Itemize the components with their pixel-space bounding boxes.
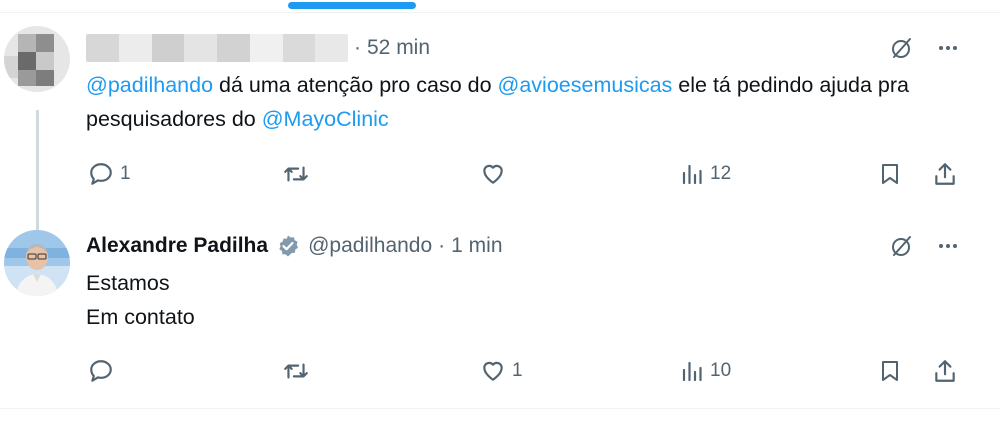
mention-link[interactable]: @padilhando xyxy=(86,73,213,97)
more-icon[interactable] xyxy=(936,234,960,263)
divider xyxy=(0,12,1000,13)
tweet-time[interactable]: 1 min xyxy=(451,234,502,258)
tweet-top-actions xyxy=(890,36,960,65)
tweet[interactable]: · 52 min @padilhando dá uma atenção pro … xyxy=(0,14,1000,235)
bookmark-icon xyxy=(882,361,898,381)
reply-count: 1 xyxy=(120,163,131,184)
views-count: 10 xyxy=(710,360,732,381)
tab-indicator xyxy=(288,2,416,9)
divider xyxy=(0,408,1000,409)
repost-icon xyxy=(284,166,308,182)
tweet-text: Estamos Em contato xyxy=(86,266,966,334)
tweet-header: Alexandre Padilha @padilhando · 1 min xyxy=(86,230,503,262)
tweet[interactable]: Alexandre Padilha @padilhando · 1 min Es… xyxy=(0,214,1000,406)
heart-icon xyxy=(483,164,503,184)
more-icon[interactable] xyxy=(936,36,960,65)
avatar[interactable] xyxy=(4,26,70,92)
share-button[interactable] xyxy=(932,159,958,189)
reply-icon xyxy=(90,163,112,185)
like-count: 1 xyxy=(512,360,523,381)
tweet-actions: 1 12 xyxy=(86,159,966,189)
repost-icon xyxy=(284,363,308,379)
views-button[interactable]: 12 xyxy=(680,159,731,189)
separator-dot: · xyxy=(354,36,361,59)
reply-button[interactable] xyxy=(88,356,120,386)
tweet-actions: 1 10 xyxy=(86,356,966,386)
bookmark-button[interactable] xyxy=(878,356,902,386)
verified-badge-icon[interactable] xyxy=(276,234,300,258)
text-segment: dá uma atenção pro caso do xyxy=(213,73,498,97)
repost-button[interactable] xyxy=(282,356,316,386)
bookmark-button[interactable] xyxy=(878,159,902,189)
views-count: 12 xyxy=(710,163,732,184)
tweet-text: @padilhando dá uma atenção pro caso do @… xyxy=(86,68,966,136)
separator-dot: · xyxy=(438,234,446,257)
text-line: Estamos xyxy=(86,271,170,295)
author-name[interactable]: Alexandre Padilha xyxy=(86,234,268,258)
share-icon xyxy=(935,163,955,185)
text-line: Em contato xyxy=(86,305,195,329)
repost-button[interactable] xyxy=(282,159,316,189)
views-icon xyxy=(682,164,702,185)
tweet-time[interactable]: 52 min xyxy=(367,36,430,60)
blurred-author xyxy=(86,34,348,62)
grok-icon[interactable] xyxy=(890,234,914,263)
views-button[interactable]: 10 xyxy=(680,356,731,386)
author-handle[interactable]: @padilhando xyxy=(308,234,432,258)
tweet-top-actions xyxy=(890,234,960,263)
share-button[interactable] xyxy=(932,356,958,386)
reply-button[interactable]: 1 xyxy=(88,159,131,189)
like-button[interactable]: 1 xyxy=(480,356,523,386)
grok-icon[interactable] xyxy=(890,36,914,65)
like-button[interactable] xyxy=(480,159,512,189)
views-icon xyxy=(682,361,702,382)
mention-link[interactable]: @MayoClinic xyxy=(262,107,389,131)
heart-icon xyxy=(483,361,503,381)
reply-icon xyxy=(90,360,112,382)
avatar[interactable] xyxy=(4,230,70,296)
tweet-header: · 52 min xyxy=(86,32,430,64)
share-icon xyxy=(935,360,955,382)
bookmark-icon xyxy=(882,164,898,184)
mention-link[interactable]: @avioesemusicas xyxy=(498,73,673,97)
